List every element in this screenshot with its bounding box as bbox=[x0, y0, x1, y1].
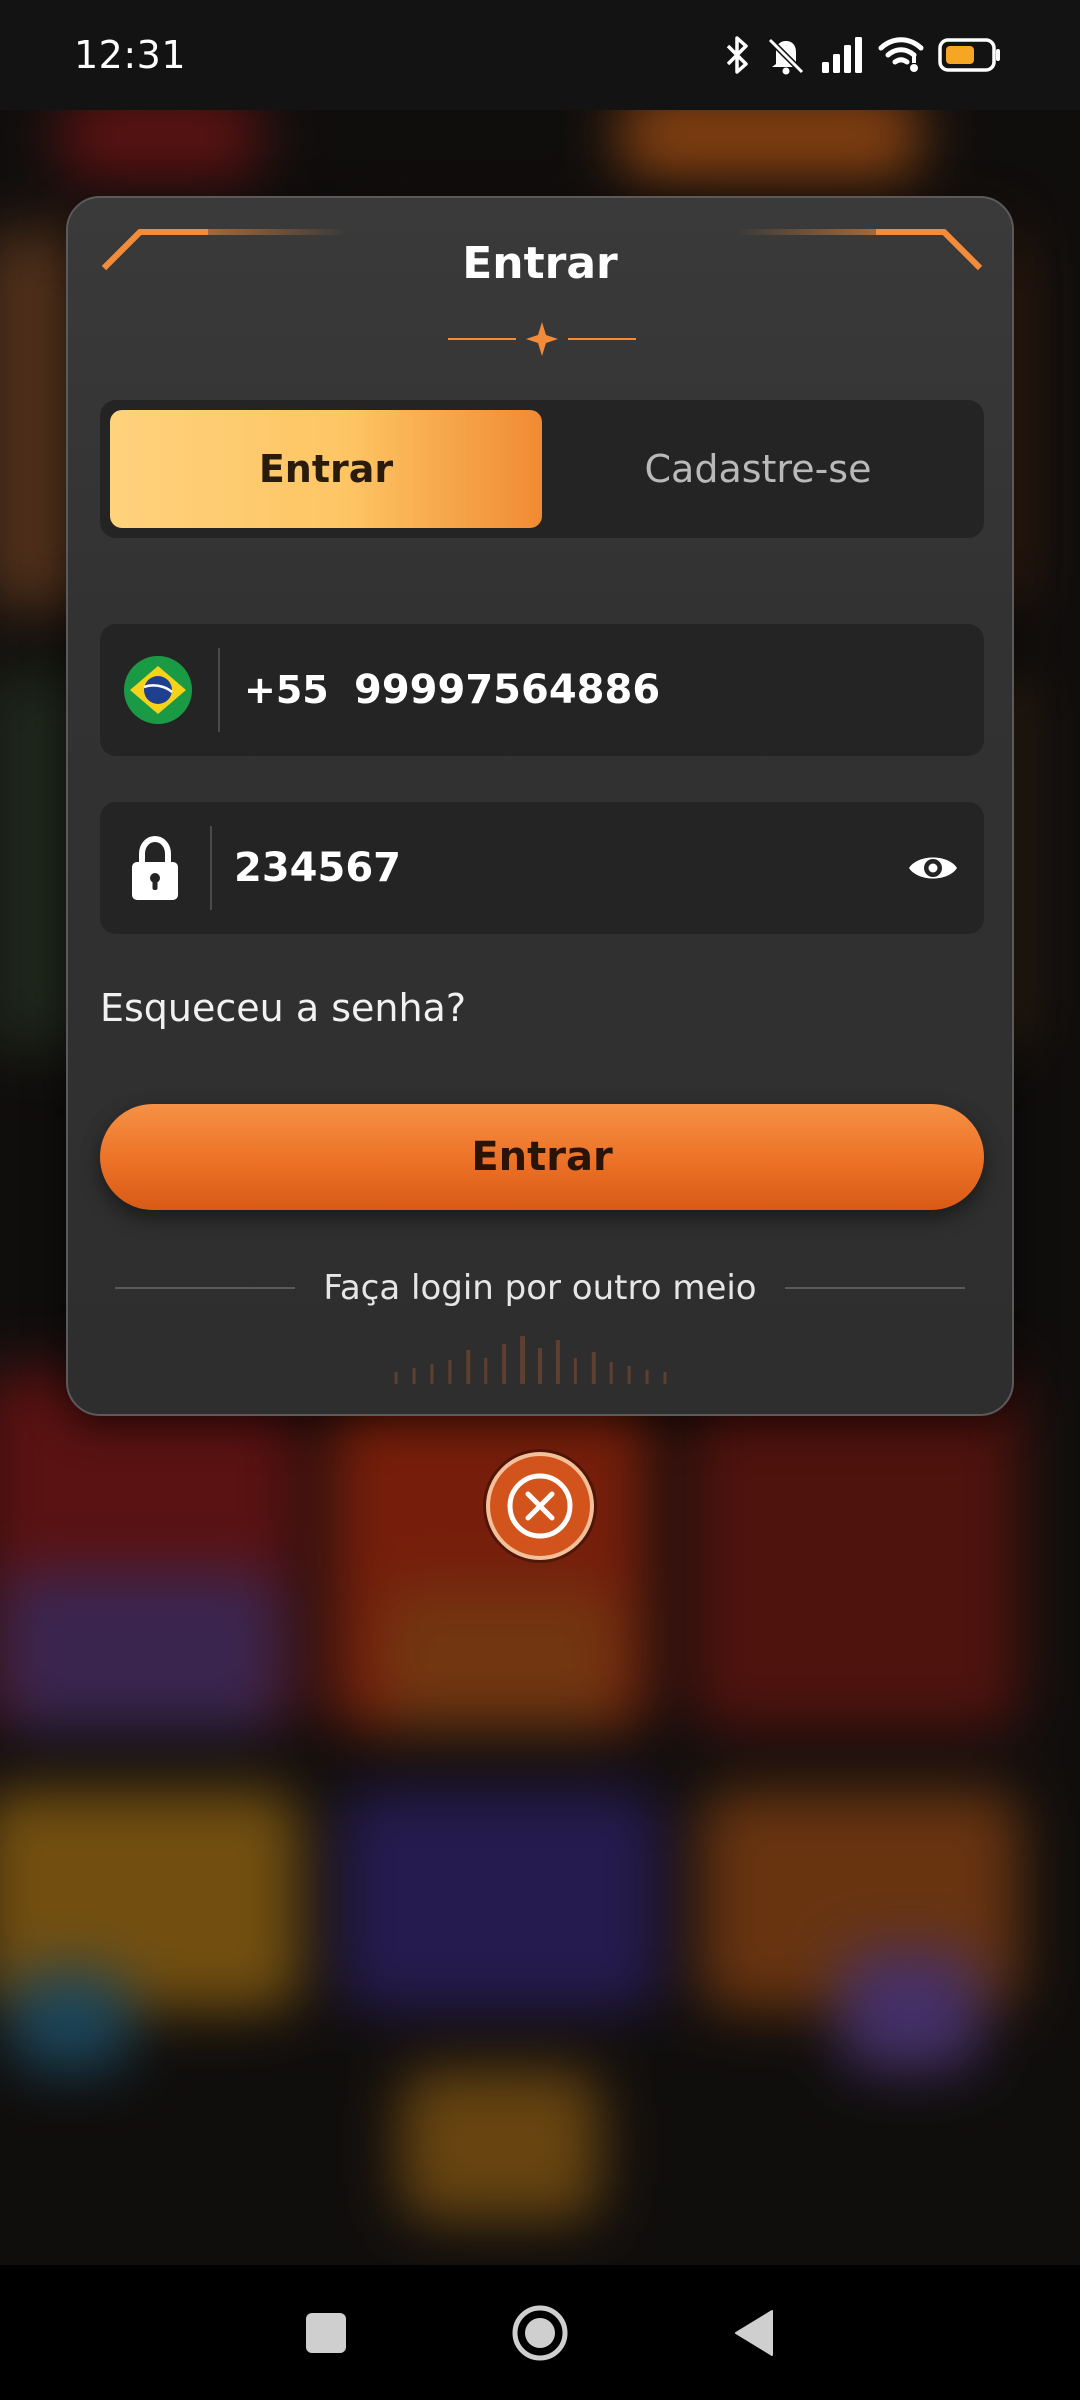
close-icon bbox=[507, 1473, 573, 1539]
eye-icon[interactable] bbox=[906, 848, 960, 888]
close-modal-button[interactable] bbox=[486, 1452, 594, 1560]
wifi-icon bbox=[878, 37, 924, 72]
modal-title: Entrar bbox=[462, 238, 618, 289]
back-button[interactable] bbox=[722, 2301, 786, 2365]
other-login-divider: Faça login por outro meio bbox=[68, 1268, 1012, 1308]
phone-input[interactable] bbox=[354, 650, 984, 730]
bluetooth-icon bbox=[726, 36, 748, 74]
system-nav-bar bbox=[0, 2265, 1080, 2400]
home-icon bbox=[512, 2305, 568, 2360]
home-button[interactable] bbox=[508, 2301, 572, 2365]
dial-code[interactable]: +55 bbox=[244, 668, 354, 712]
phone-field: +55 bbox=[100, 624, 984, 756]
status-time: 12:31 bbox=[74, 33, 187, 77]
login-submit-button[interactable]: Entrar bbox=[100, 1104, 984, 1210]
lock-icon bbox=[132, 835, 178, 900]
password-input[interactable] bbox=[234, 828, 906, 908]
back-icon bbox=[735, 2309, 773, 2356]
recents-icon bbox=[306, 2312, 346, 2353]
phone-divider bbox=[218, 648, 220, 732]
password-field bbox=[100, 802, 984, 934]
other-login-label: Faça login por outro meio bbox=[323, 1268, 757, 1308]
divider-line-left bbox=[115, 1287, 296, 1289]
loading-bars-decoration bbox=[394, 1336, 667, 1384]
auth-tabs: Entrar Cadastre-se bbox=[100, 400, 984, 538]
forgot-password-link[interactable]: Esqueceu a senha? bbox=[100, 986, 466, 1030]
brazil-flag-icon[interactable] bbox=[122, 654, 194, 726]
divider-line-right bbox=[784, 1287, 965, 1289]
signal-icon bbox=[822, 37, 862, 73]
status-icons bbox=[722, 34, 1002, 76]
tab-register[interactable]: Cadastre-se bbox=[542, 410, 974, 528]
bell-off-icon bbox=[767, 37, 805, 75]
tab-login[interactable]: Entrar bbox=[110, 410, 542, 528]
recents-button[interactable] bbox=[294, 2301, 358, 2365]
status-bar: 12:31 bbox=[0, 0, 1080, 110]
password-divider bbox=[210, 826, 212, 910]
login-modal: Entrar Entrar Cadastre-se +55 E bbox=[66, 196, 1014, 1416]
battery-icon bbox=[938, 38, 1000, 72]
